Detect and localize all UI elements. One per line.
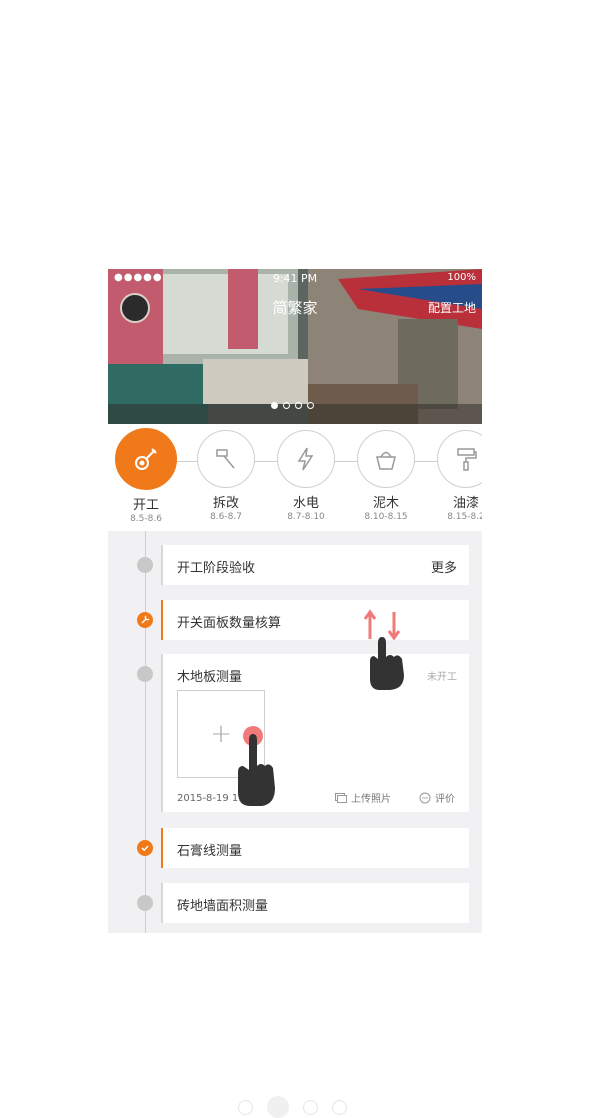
- check-icon: [137, 840, 153, 856]
- status-time: 9:41 PM: [272, 272, 318, 285]
- stage-item-youqi[interactable]: 油漆 8.15-8.2: [426, 430, 482, 522]
- task-card-plaster-line[interactable]: 石膏线测量: [161, 828, 469, 868]
- timeline-node: [137, 895, 153, 911]
- status-badge: 未开工: [427, 672, 457, 683]
- hammer-icon: [197, 430, 255, 488]
- stage-date: 8.6-8.7: [210, 512, 242, 522]
- upload-photo-button[interactable]: 上传照片: [335, 790, 391, 805]
- room-photo: [108, 269, 482, 424]
- stage-name: 水电: [292, 496, 319, 511]
- task-card-switch-panel[interactable]: 开关面板数量核算: [161, 600, 469, 640]
- stage-date: 8.7-8.10: [287, 512, 325, 522]
- app-title: 简繁家: [272, 299, 318, 317]
- carousel-dot[interactable]: [307, 402, 314, 409]
- carousel-dots: [271, 402, 314, 409]
- timeline-line: [145, 531, 146, 933]
- timeline-node: [137, 557, 153, 573]
- page-dot[interactable]: [332, 1099, 347, 1115]
- phone-screen: ●●●●● 9:41 PM 100% 简繁家 配置工地 开工 8.5-8.6 拆…: [108, 269, 482, 933]
- page-indicator: [238, 1096, 347, 1118]
- task-title: 木地板测量: [177, 670, 243, 685]
- task-timeline: 开工阶段验收 更多 开关面板数量核算 木地板测量 未开工 + 2015-8-19…: [108, 531, 482, 933]
- battery-level: 100%: [447, 272, 476, 283]
- stage-date: 8.5-8.6: [130, 514, 162, 524]
- timeline-node: [137, 666, 153, 682]
- paint-roller-icon: [437, 430, 482, 488]
- page-dot[interactable]: [238, 1099, 253, 1115]
- task-card-acceptance[interactable]: 开工阶段验收 更多: [161, 545, 469, 585]
- stage-name: 开工: [132, 498, 159, 513]
- task-title: 石膏线测量: [177, 844, 243, 859]
- stage-name: 拆改: [212, 496, 239, 511]
- task-title: 开工阶段验收: [177, 561, 256, 576]
- stage-selector: 开工 8.5-8.6 拆改 8.6-8.7 水电 8.7-8.10 泥木 8.1…: [108, 424, 482, 531]
- carousel-dot[interactable]: [283, 402, 290, 409]
- comment-label: 评价: [435, 794, 455, 805]
- more-button[interactable]: 更多: [431, 557, 457, 576]
- stage-item-shuidian[interactable]: 水电 8.7-8.10: [266, 430, 346, 522]
- stage-item-kaigong[interactable]: 开工 8.5-8.6: [108, 428, 186, 524]
- bucket-icon: [357, 430, 415, 488]
- stage-date: 8.15-8.2: [447, 512, 482, 522]
- task-card-wood-floor[interactable]: 木地板测量 未开工 + 2015-8-19 11 上传照片 评价: [161, 654, 469, 812]
- stage-item-nimu[interactable]: 泥木 8.10-8.15: [346, 430, 426, 522]
- upload-photo-label: 上传照片: [351, 794, 391, 805]
- stage-name: 油漆: [452, 496, 479, 511]
- lightning-icon: [277, 430, 335, 488]
- page-dot[interactable]: [303, 1099, 318, 1115]
- plus-icon: +: [210, 719, 232, 749]
- carousel-dot[interactable]: [271, 402, 278, 409]
- config-site-button[interactable]: 配置工地: [428, 299, 476, 316]
- stage-name: 泥木: [372, 496, 399, 511]
- carousel-dot[interactable]: [295, 402, 302, 409]
- guitar-icon: [115, 428, 177, 490]
- wrench-icon: [137, 612, 153, 628]
- task-title: 砖地墙面积测量: [177, 899, 269, 914]
- comment-icon: [419, 792, 431, 803]
- swipe-gesture-icon: [363, 609, 404, 690]
- task-title: 开关面板数量核算: [177, 616, 282, 631]
- stage-item-chaigai[interactable]: 拆改 8.6-8.7: [186, 430, 266, 522]
- comment-button[interactable]: 评价: [419, 790, 455, 805]
- page-dot[interactable]: [267, 1096, 289, 1118]
- tap-gesture-icon: [238, 726, 275, 806]
- status-bar: ●●●●● 9:41 PM 100%: [108, 269, 482, 289]
- hero-banner[interactable]: ●●●●● 9:41 PM 100% 简繁家 配置工地: [108, 269, 482, 424]
- task-card-tile-area[interactable]: 砖地墙面积测量: [161, 883, 469, 923]
- stage-date: 8.10-8.15: [364, 512, 408, 522]
- photo-icon: [335, 792, 347, 803]
